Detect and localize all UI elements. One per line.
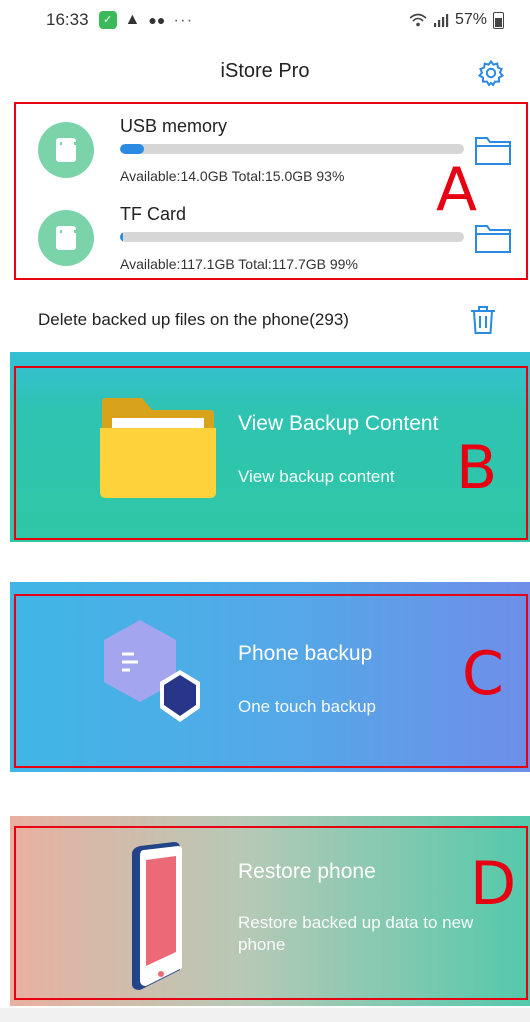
folder-icon bbox=[475, 137, 511, 165]
status-bar: 16:33 ✓ ▲ ●● ··· 57% bbox=[0, 0, 530, 40]
open-usb-folder-button[interactable] bbox=[474, 132, 512, 166]
restore-phone-card[interactable]: Restore phone Restore backed up data to … bbox=[10, 816, 530, 1006]
storage-info: Available:14.0GB Total:15.0GB 93% bbox=[120, 168, 345, 184]
open-tf-folder-button[interactable] bbox=[474, 220, 512, 254]
storage-usage-bar bbox=[120, 144, 464, 154]
bottom-divider bbox=[0, 1008, 530, 1022]
status-time: 16:33 bbox=[46, 10, 89, 29]
page-title: iStore Pro bbox=[220, 60, 310, 82]
app-header: iStore Pro bbox=[0, 50, 530, 94]
storage-usage-fill bbox=[120, 232, 124, 242]
battery-icon bbox=[493, 11, 504, 29]
app-notification-icon: ✓ bbox=[98, 11, 117, 29]
wechat-icon: ●● bbox=[148, 12, 166, 28]
wifi-icon bbox=[409, 13, 427, 27]
delete-backed-up-label: Delete backed up files on the phone(293) bbox=[38, 310, 349, 329]
annotation-letter-b: B bbox=[456, 433, 498, 503]
storage-usage-bar bbox=[120, 232, 464, 242]
gear-icon bbox=[477, 59, 505, 87]
annotation-box-c bbox=[14, 594, 528, 768]
battery-percent: 57% bbox=[454, 11, 487, 28]
annotation-letter-c: C bbox=[462, 639, 504, 709]
trash-icon bbox=[471, 306, 495, 334]
view-backup-card[interactable]: View Backup Content View backup content … bbox=[10, 352, 530, 542]
delete-button[interactable] bbox=[468, 304, 498, 336]
settings-button[interactable] bbox=[474, 56, 508, 90]
annotation-letter-d: D bbox=[470, 849, 517, 919]
status-right: 57% bbox=[409, 11, 504, 29]
tf-card-icon bbox=[38, 210, 94, 266]
storage-info: Available:117.1GB Total:117.7GB 99% bbox=[120, 256, 358, 272]
storage-name: USB memory bbox=[120, 116, 228, 136]
storage-usage-fill bbox=[120, 144, 145, 154]
delete-backed-up-row[interactable]: Delete backed up files on the phone(293) bbox=[0, 290, 530, 350]
more-notifications-icon: ··· bbox=[173, 10, 194, 29]
phone-backup-card[interactable]: Phone backup One touch backup C bbox=[10, 582, 530, 772]
usb-storage-icon bbox=[38, 122, 94, 178]
signal-icon bbox=[433, 14, 449, 27]
warning-icon: ▲ bbox=[124, 11, 141, 28]
annotation-box-d bbox=[14, 826, 528, 1000]
storage-panel: USB memory Available:14.0GB Total:15.0GB… bbox=[14, 102, 528, 280]
annotation-box-b bbox=[14, 366, 528, 540]
annotation-letter-a: A bbox=[436, 155, 478, 225]
folder-icon bbox=[475, 225, 511, 253]
storage-name: TF Card bbox=[120, 204, 187, 224]
